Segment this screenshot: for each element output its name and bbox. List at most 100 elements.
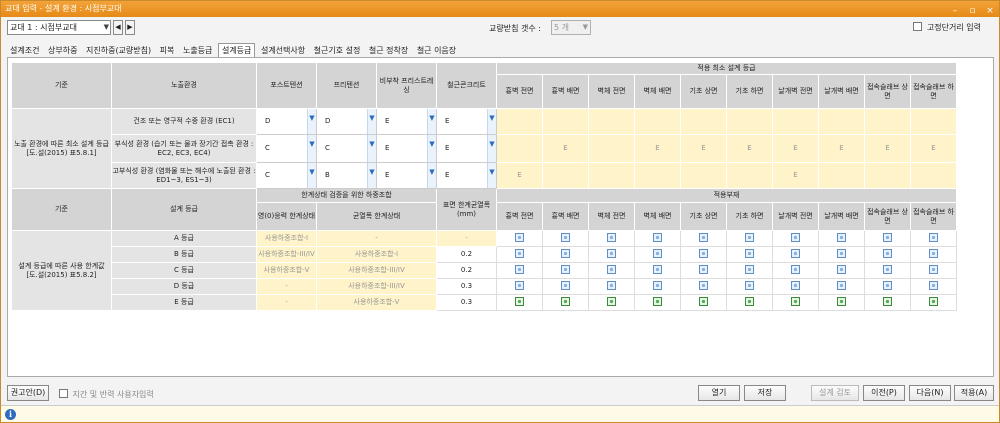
- rc-select[interactable]: E ▼: [436, 108, 497, 135]
- radio-icon[interactable]: [561, 280, 570, 290]
- member-radio-selected[interactable]: [588, 294, 635, 311]
- radio-icon[interactable]: [515, 280, 524, 290]
- member-radio[interactable]: [818, 246, 865, 263]
- member-radio-selected[interactable]: [726, 294, 773, 311]
- radio-icon[interactable]: [791, 232, 800, 242]
- pier-select[interactable]: 교대 1 : 시점부교대 ▼: [7, 20, 111, 35]
- member-radio[interactable]: [542, 246, 589, 263]
- radio-icon[interactable]: [791, 280, 800, 290]
- member-radio[interactable]: [726, 262, 773, 279]
- member-radio[interactable]: [818, 262, 865, 279]
- radio-icon[interactable]: [699, 248, 708, 258]
- pre-tension-select[interactable]: C ▼: [316, 134, 377, 163]
- save-button[interactable]: 저장: [744, 385, 786, 401]
- member-radio[interactable]: [772, 246, 819, 263]
- member-radio[interactable]: [818, 230, 865, 247]
- radio-icon[interactable]: [561, 264, 570, 274]
- radio-selected-icon[interactable]: [837, 296, 846, 306]
- radio-selected-icon[interactable]: [607, 296, 616, 306]
- post-tension-select[interactable]: C ▼: [256, 134, 317, 163]
- pre-tension-select[interactable]: D ▼: [316, 108, 377, 135]
- radio-icon[interactable]: [883, 232, 892, 242]
- unbonded-prestress-select[interactable]: E ▼: [376, 134, 437, 163]
- member-radio[interactable]: [726, 246, 773, 263]
- member-radio[interactable]: [772, 262, 819, 279]
- member-radio-selected[interactable]: [864, 294, 911, 311]
- radio-icon[interactable]: [653, 264, 662, 274]
- radio-icon[interactable]: [837, 232, 846, 242]
- radio-icon[interactable]: [837, 248, 846, 258]
- unbonded-prestress-select[interactable]: E ▼: [376, 162, 437, 189]
- member-radio[interactable]: [496, 262, 543, 279]
- rc-select[interactable]: E ▼: [436, 134, 497, 163]
- tab-design-options[interactable]: 설계선택사항: [258, 44, 308, 58]
- radio-icon[interactable]: [837, 280, 846, 290]
- radio-icon[interactable]: [653, 280, 662, 290]
- open-button[interactable]: 열기: [698, 385, 740, 401]
- member-radio[interactable]: [772, 278, 819, 295]
- radio-icon[interactable]: [929, 280, 938, 290]
- tab-design-class[interactable]: 설계등급: [217, 43, 256, 57]
- minimize-button[interactable]: –: [949, 5, 961, 17]
- radio-icon[interactable]: [745, 264, 754, 274]
- tab-seismic-load[interactable]: 지진하중(교량받침): [83, 44, 154, 58]
- member-radio[interactable]: [496, 230, 543, 247]
- member-radio[interactable]: [910, 278, 957, 295]
- user-span-checkbox[interactable]: [59, 389, 68, 398]
- close-button[interactable]: ×: [984, 5, 996, 17]
- dropdown-arrow-icon[interactable]: ▼: [487, 109, 496, 134]
- member-radio[interactable]: [588, 230, 635, 247]
- radio-icon[interactable]: [607, 248, 616, 258]
- member-radio[interactable]: [680, 230, 727, 247]
- member-radio[interactable]: [634, 278, 681, 295]
- radio-icon[interactable]: [929, 232, 938, 242]
- prev-pier-button[interactable]: ◀: [113, 20, 123, 35]
- member-radio[interactable]: [864, 230, 911, 247]
- member-radio[interactable]: [496, 246, 543, 263]
- dropdown-arrow-icon[interactable]: ▼: [307, 163, 316, 188]
- user-span-option[interactable]: 지간 및 반력 사용자입력: [59, 389, 154, 400]
- member-radio-selected[interactable]: [496, 294, 543, 311]
- dropdown-arrow-icon[interactable]: ▼: [427, 109, 436, 134]
- member-radio-selected[interactable]: [680, 294, 727, 311]
- member-radio[interactable]: [680, 262, 727, 279]
- dropdown-arrow-icon[interactable]: ▼: [307, 109, 316, 134]
- rc-select[interactable]: E ▼: [436, 162, 497, 189]
- pre-tension-select[interactable]: B ▼: [316, 162, 377, 189]
- radio-icon[interactable]: [929, 264, 938, 274]
- member-radio[interactable]: [634, 246, 681, 263]
- radio-icon[interactable]: [745, 280, 754, 290]
- dropdown-arrow-icon[interactable]: ▼: [487, 163, 496, 188]
- member-radio-selected[interactable]: [818, 294, 865, 311]
- next-button[interactable]: 다음(N): [909, 385, 951, 401]
- radio-icon[interactable]: [745, 248, 754, 258]
- radio-icon[interactable]: [699, 232, 708, 242]
- member-radio[interactable]: [910, 246, 957, 263]
- member-radio[interactable]: [680, 278, 727, 295]
- bearing-count-select[interactable]: 5 개 ▼: [551, 20, 591, 35]
- radio-icon[interactable]: [515, 232, 524, 242]
- dropdown-arrow-icon[interactable]: ▼: [427, 163, 436, 188]
- unbonded-prestress-select[interactable]: E ▼: [376, 108, 437, 135]
- member-radio[interactable]: [864, 278, 911, 295]
- member-radio[interactable]: [864, 262, 911, 279]
- member-radio-selected[interactable]: [542, 294, 589, 311]
- tab-superstructure-load[interactable]: 상부하중: [45, 44, 80, 58]
- recommend-button[interactable]: 권고안(D): [7, 385, 49, 401]
- post-tension-select[interactable]: D ▼: [256, 108, 317, 135]
- radio-icon[interactable]: [561, 232, 570, 242]
- tab-rebar-symbol[interactable]: 철근기호 설정: [311, 44, 364, 58]
- radio-icon[interactable]: [883, 280, 892, 290]
- member-radio[interactable]: [634, 230, 681, 247]
- member-radio-selected[interactable]: [634, 294, 681, 311]
- radio-icon[interactable]: [837, 264, 846, 274]
- member-radio[interactable]: [542, 262, 589, 279]
- radio-icon[interactable]: [699, 264, 708, 274]
- radio-selected-icon[interactable]: [745, 296, 754, 306]
- dropdown-arrow-icon[interactable]: ▼: [427, 135, 436, 162]
- member-radio[interactable]: [588, 278, 635, 295]
- radio-icon[interactable]: [607, 280, 616, 290]
- member-radio[interactable]: [772, 230, 819, 247]
- radio-icon[interactable]: [883, 248, 892, 258]
- member-radio[interactable]: [542, 278, 589, 295]
